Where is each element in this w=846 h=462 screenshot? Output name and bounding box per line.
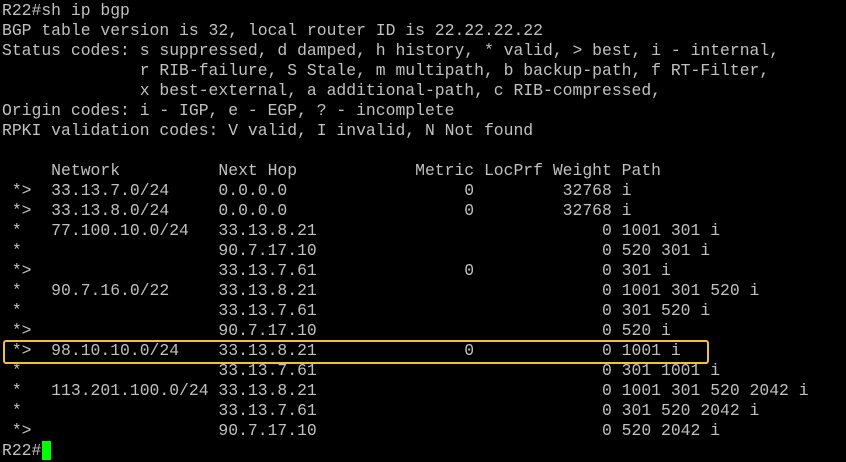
bgp-table-row: *> 33.13.8.0/24 0.0.0.0 0 32768 i xyxy=(2,201,632,220)
terminal-output-line: BGP table version is 32, local router ID… xyxy=(2,21,543,40)
terminal-command-line: R22#sh ip bgp xyxy=(2,1,130,20)
bgp-table-row: * 33.13.7.61 0 301 1001 i xyxy=(2,361,721,380)
terminal-window[interactable]: R22#sh ip bgp BGP table version is 32, l… xyxy=(2,0,846,462)
bgp-table-header: Network Next Hop Metric LocPrf Weight Pa… xyxy=(2,161,662,180)
bgp-table-row: * 33.13.7.61 0 301 520 i xyxy=(2,301,711,320)
terminal-prompt: R22# xyxy=(2,441,42,460)
terminal-cursor[interactable] xyxy=(42,441,51,460)
bgp-table-row: * 33.13.7.61 0 301 520 2042 i xyxy=(2,401,760,420)
terminal-output-line: Status codes: s suppressed, d damped, h … xyxy=(2,41,780,60)
bgp-table-row: *> 33.13.7.61 0 0 301 i xyxy=(2,261,671,280)
bgp-table-row: * 90.7.16.0/22 33.13.8.21 0 1001 301 520… xyxy=(2,281,760,300)
bgp-table-row: *> 90.7.17.10 0 520 i xyxy=(2,321,671,340)
terminal-output-line: r RIB-failure, S Stale, m multipath, b b… xyxy=(2,61,770,80)
bgp-table-row: * 77.100.10.0/24 33.13.8.21 0 1001 301 i xyxy=(2,221,721,240)
terminal-output-line: x best-external, a additional-path, c RI… xyxy=(2,81,662,100)
bgp-table-row: * 90.7.17.10 0 520 301 i xyxy=(2,241,711,260)
bgp-table-row: *> 90.7.17.10 0 520 2042 i xyxy=(2,421,721,440)
bgp-table-row: *> 33.13.7.0/24 0.0.0.0 0 32768 i xyxy=(2,181,632,200)
terminal-output-line: RPKI validation codes: V valid, I invali… xyxy=(2,121,534,140)
bgp-table-row-highlighted: *> 98.10.10.0/24 33.13.8.21 0 0 1001 i xyxy=(2,341,681,360)
bgp-table-row: * 113.201.100.0/24 33.13.8.21 0 1001 301… xyxy=(2,381,809,400)
terminal-output-line: Origin codes: i - IGP, e - EGP, ? - inco… xyxy=(2,101,455,120)
